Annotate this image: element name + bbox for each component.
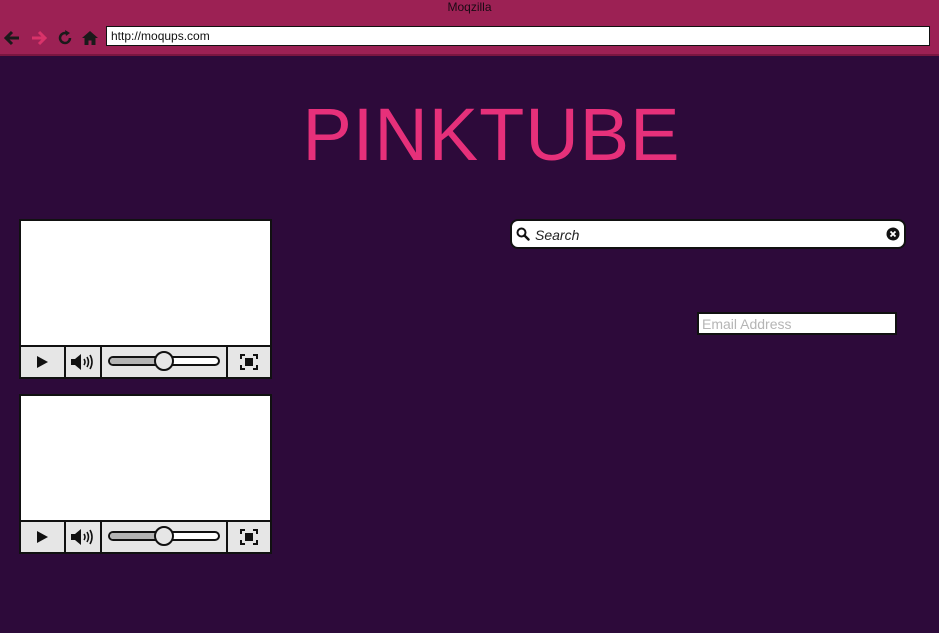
fullscreen-icon (240, 529, 258, 545)
play-icon (37, 356, 48, 368)
browser-toolbar: http://moqups.com (0, 20, 939, 56)
speaker-icon (71, 529, 93, 545)
home-icon (82, 31, 98, 45)
search-input[interactable] (533, 224, 885, 246)
window-titlebar: Moqzilla (0, 0, 939, 20)
reload-button[interactable] (55, 28, 75, 48)
window-title: Moqzilla (447, 0, 492, 14)
video-player (19, 394, 272, 554)
clear-search-icon[interactable] (886, 227, 900, 241)
video-screen[interactable] (21, 396, 270, 522)
volume-button[interactable] (66, 522, 102, 552)
arrow-right-icon (32, 30, 48, 46)
email-field[interactable] (697, 312, 897, 335)
play-button[interactable] (21, 347, 66, 377)
seek-bar[interactable] (102, 347, 228, 377)
speaker-icon (71, 354, 93, 370)
search-icon (516, 227, 530, 241)
play-icon (37, 531, 48, 543)
seek-handle[interactable] (154, 351, 174, 371)
video-screen[interactable] (21, 221, 270, 347)
forward-button[interactable] (29, 28, 49, 48)
arrow-left-icon (3, 30, 19, 46)
home-button[interactable] (80, 28, 100, 48)
page-logo: PINKTUBE (302, 93, 681, 176)
video-controls (21, 522, 270, 552)
address-bar[interactable]: http://moqups.com (106, 26, 930, 46)
video-player (19, 219, 272, 379)
address-bar-url: http://moqups.com (111, 29, 210, 43)
fullscreen-button[interactable] (228, 347, 270, 377)
seek-bar[interactable] (102, 522, 228, 552)
play-button[interactable] (21, 522, 66, 552)
fullscreen-icon (240, 354, 258, 370)
back-button[interactable] (2, 28, 22, 48)
search-box[interactable] (510, 219, 906, 249)
reload-icon (58, 31, 72, 45)
fullscreen-button[interactable] (228, 522, 270, 552)
volume-button[interactable] (66, 347, 102, 377)
seek-handle[interactable] (154, 526, 174, 546)
video-controls (21, 347, 270, 377)
